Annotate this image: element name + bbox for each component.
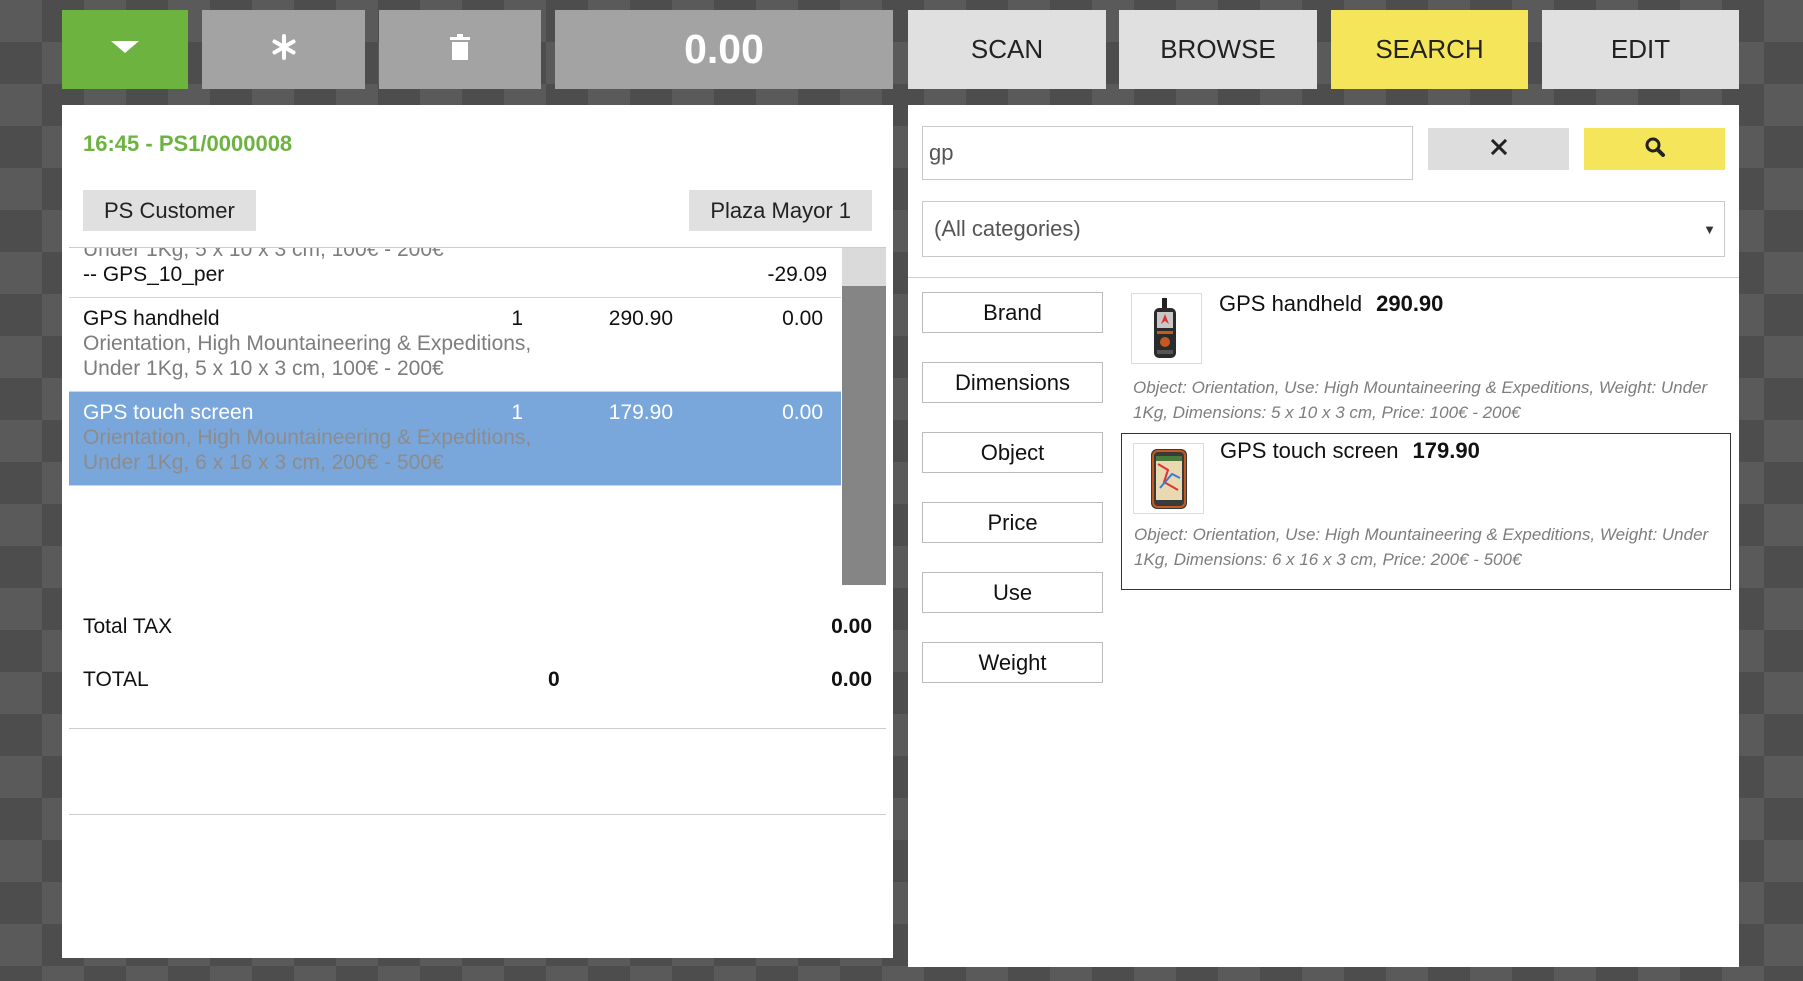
line-price: 179.90 — [608, 401, 673, 424]
total-tax-value: 0.00 — [831, 615, 872, 638]
discount-name: -- GPS_10_per — [83, 263, 225, 286]
result-title: GPS touch screen 179.90 — [1220, 438, 1480, 464]
search-icon — [1644, 136, 1666, 163]
line-product-name: GPS touch screen — [83, 401, 254, 424]
line-tax: 0.00 — [782, 401, 823, 424]
result-price: 290.90 — [1376, 291, 1444, 316]
result-price: 179.90 — [1412, 438, 1480, 463]
line-tax: 0.00 — [782, 307, 823, 330]
clear-search-button[interactable] — [1428, 128, 1569, 170]
search-panel: (All categories) ▼ Brand Dimensions Obje… — [908, 105, 1739, 967]
line-attributes: Orientation, High Mountaineering & Exped… — [83, 247, 444, 261]
total-row: TOTAL 0 0.00 — [83, 668, 872, 692]
close-icon — [1490, 138, 1508, 161]
category-select[interactable]: (All categories) ▼ — [922, 201, 1725, 257]
line-discount: -- GPS_10_per -29.09 — [83, 262, 827, 287]
ticket-scrollbar[interactable] — [842, 248, 886, 585]
search-result-item[interactable]: GPS handheld 290.90 Object: Orientation, … — [1121, 287, 1731, 444]
facet-weight[interactable]: Weight — [922, 642, 1103, 683]
result-description: Object: Orientation, Use: High Mountaine… — [1133, 378, 1708, 422]
asterisk-button[interactable] — [202, 10, 365, 89]
delete-line-button[interactable] — [379, 10, 541, 89]
result-title: GPS handheld 290.90 — [1219, 291, 1443, 317]
line-quantity: 1 — [511, 401, 523, 424]
location-button[interactable]: Plaza Mayor 1 — [689, 190, 872, 231]
divider — [69, 728, 886, 729]
dropdown-arrow-icon: ▼ — [1703, 221, 1716, 237]
line-quantity: 1 — [511, 307, 523, 330]
search-button[interactable] — [1584, 128, 1725, 170]
browse-mode-button[interactable]: BROWSE — [1119, 10, 1317, 89]
result-name: GPS touch screen — [1220, 438, 1399, 463]
facet-price[interactable]: Price — [922, 502, 1103, 543]
discount-value: -29.09 — [767, 263, 827, 286]
line-attributes: Orientation, High Mountaineering & Exped… — [83, 332, 532, 380]
ticket-id: 16:45 - PS1/0000008 — [83, 131, 293, 156]
ticket-line-selected[interactable]: GPS touch screen 1 179.90 0.00 Orientati… — [69, 392, 841, 486]
facet-use[interactable]: Use — [922, 572, 1103, 613]
edit-mode-button[interactable]: EDIT — [1542, 10, 1739, 89]
ticket-line[interactable]: GPS handheld 1 290.90 0.00 Orientation, … — [69, 298, 841, 392]
ticket-total-display: 0.00 — [555, 10, 893, 89]
divider — [908, 277, 1739, 278]
facet-dimensions[interactable]: Dimensions — [922, 362, 1103, 403]
ticket-scrollbar-thumb[interactable] — [842, 248, 886, 286]
divider — [69, 814, 886, 815]
facet-brand[interactable]: Brand — [922, 292, 1103, 333]
total-item-count: 0 — [548, 668, 560, 691]
line-attributes: Orientation, High Mountaineering & Exped… — [83, 426, 532, 474]
trash-icon — [449, 34, 471, 65]
category-select-value: (All categories) — [934, 216, 1081, 241]
chevron-down-icon — [110, 39, 140, 60]
ticket-line[interactable]: Orientation, High Mountaineering & Exped… — [69, 247, 841, 298]
total-tax-row: Total TAX 0.00 — [83, 615, 872, 639]
search-input[interactable] — [922, 126, 1413, 180]
result-description: Object: Orientation, Use: High Mountaine… — [1134, 525, 1709, 569]
ticket-lines-list: Orientation, High Mountaineering & Exped… — [69, 247, 841, 486]
customer-button[interactable]: PS Customer — [83, 190, 256, 231]
total-tax-label: Total TAX — [83, 615, 173, 638]
total-value: 0.00 — [831, 668, 872, 691]
gps-touch-screen-thumbnail — [1133, 443, 1204, 514]
gps-handheld-thumbnail — [1131, 293, 1202, 364]
line-price: 290.90 — [608, 307, 673, 330]
asterisk-icon — [270, 33, 298, 66]
line-product-name: GPS handheld — [83, 307, 220, 330]
search-result-item-selected[interactable]: GPS touch screen 179.90 Object: Orientati… — [1121, 433, 1731, 590]
search-mode-button[interactable]: SEARCH — [1331, 10, 1528, 89]
facet-object[interactable]: Object — [922, 432, 1103, 473]
total-label: TOTAL — [83, 668, 149, 691]
ticket-panel: 16:45 - PS1/0000008 PS Customer Plaza Ma… — [62, 105, 893, 958]
scan-mode-button[interactable]: SCAN — [908, 10, 1106, 89]
menu-button[interactable] — [62, 10, 188, 89]
result-name: GPS handheld — [1219, 291, 1363, 316]
